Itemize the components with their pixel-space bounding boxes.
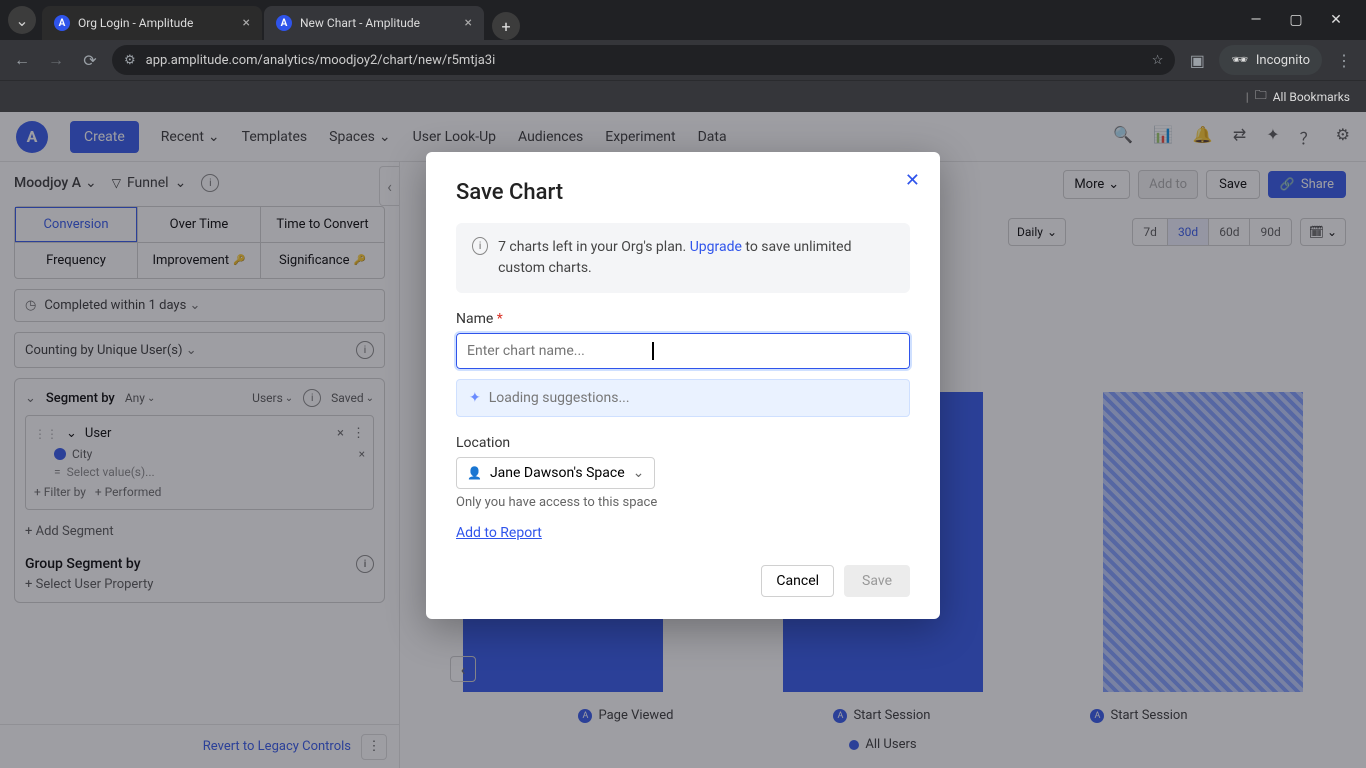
required-asterisk: * bbox=[493, 311, 503, 327]
tab-active[interactable]: A New Chart - Amplitude × bbox=[264, 6, 484, 40]
favicon-icon: A bbox=[54, 15, 70, 31]
window-controls: — ▢ ✕ bbox=[1242, 12, 1358, 28]
location-hint: Only you have access to this space bbox=[456, 495, 910, 510]
incognito-icon: 🕶 bbox=[1231, 53, 1248, 68]
incognito-label: Incognito bbox=[1256, 53, 1310, 68]
upgrade-link[interactable]: Upgrade bbox=[690, 239, 742, 255]
text-cursor bbox=[652, 342, 654, 360]
cancel-button[interactable]: Cancel bbox=[761, 565, 834, 597]
forward-icon: → bbox=[44, 50, 68, 70]
favicon-icon: A bbox=[276, 15, 292, 31]
back-icon[interactable]: ← bbox=[10, 50, 34, 70]
tab-strip: A Org Login - Amplitude × A New Chart - … bbox=[42, 0, 520, 40]
tab-search-button[interactable]: ⌄ bbox=[8, 6, 36, 34]
person-icon bbox=[467, 465, 482, 481]
app-root: A Create Recent⌄ Templates Spaces⌄ User … bbox=[0, 112, 1366, 768]
plan-notice: i 7 charts left in your Org's plan. Upgr… bbox=[456, 223, 910, 293]
add-to-report-link[interactable]: Add to Report bbox=[456, 525, 542, 541]
modal-title: Save Chart bbox=[456, 180, 910, 205]
notice-text-pre: 7 charts left in your Org's plan. bbox=[498, 239, 690, 255]
close-icon[interactable]: × bbox=[243, 15, 250, 31]
tab-title: Org Login - Amplitude bbox=[78, 16, 235, 30]
url-text: app.amplitude.com/analytics/moodjoy2/cha… bbox=[146, 53, 496, 68]
panel-icon[interactable]: ▣ bbox=[1185, 51, 1209, 70]
url-input[interactable]: ⚙ app.amplitude.com/analytics/moodjoy2/c… bbox=[112, 45, 1175, 75]
suggestions-text: Loading suggestions... bbox=[489, 390, 630, 406]
close-window-icon[interactable]: ✕ bbox=[1322, 12, 1350, 28]
tab-inactive[interactable]: A Org Login - Amplitude × bbox=[42, 6, 262, 40]
close-icon[interactable]: ✕ bbox=[905, 170, 920, 191]
bookmark-star-icon[interactable]: ☆ bbox=[1152, 53, 1164, 68]
tab-title: New Chart - Amplitude bbox=[300, 16, 457, 30]
bookmarks-bar: | 🗀 All Bookmarks bbox=[0, 80, 1366, 112]
modal-save-button: Save bbox=[844, 565, 910, 597]
site-info-icon[interactable]: ⚙ bbox=[124, 53, 136, 68]
suggestions-box: Loading suggestions... bbox=[456, 379, 910, 417]
spark-icon bbox=[469, 390, 481, 406]
name-label: Name bbox=[456, 311, 493, 327]
save-chart-modal: ✕ Save Chart i 7 charts left in your Org… bbox=[426, 152, 940, 619]
minimize-icon[interactable]: — bbox=[1242, 12, 1270, 28]
incognito-badge[interactable]: 🕶 Incognito bbox=[1219, 45, 1322, 75]
chevron-down-icon bbox=[633, 465, 645, 481]
location-value: Jane Dawson's Space bbox=[490, 465, 625, 481]
maximize-icon[interactable]: ▢ bbox=[1282, 12, 1310, 28]
folder-icon: 🗀 bbox=[1255, 86, 1267, 107]
new-tab-button[interactable]: + bbox=[492, 12, 520, 40]
address-bar: ← → ⟳ ⚙ app.amplitude.com/analytics/mood… bbox=[0, 40, 1366, 80]
close-icon[interactable]: × bbox=[465, 15, 472, 31]
reload-icon[interactable]: ⟳ bbox=[78, 51, 102, 70]
location-selector[interactable]: Jane Dawson's Space bbox=[456, 457, 655, 489]
all-bookmarks-link[interactable]: All Bookmarks bbox=[1273, 90, 1350, 104]
info-icon: i bbox=[472, 237, 488, 255]
browser-menu-icon[interactable]: ⋮ bbox=[1332, 51, 1356, 70]
location-label: Location bbox=[456, 435, 910, 451]
chart-name-input[interactable] bbox=[456, 333, 910, 369]
browser-titlebar: ⌄ A Org Login - Amplitude × A New Chart … bbox=[0, 0, 1366, 40]
